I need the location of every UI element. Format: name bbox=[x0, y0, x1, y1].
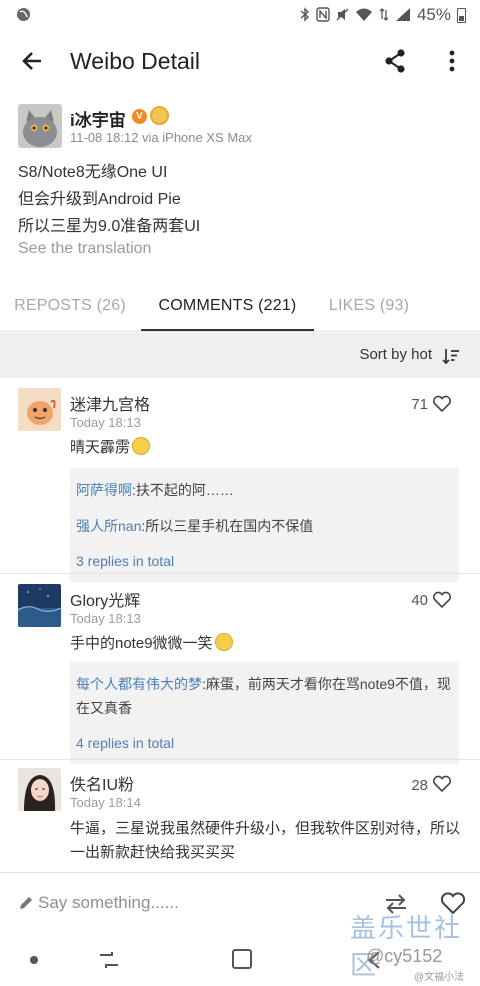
commenter-avatar[interactable] bbox=[18, 768, 61, 811]
commenter-name[interactable]: 佚名IU粉 bbox=[70, 771, 134, 795]
battery-icon bbox=[457, 7, 466, 23]
reply-user[interactable]: 阿萨得啊 bbox=[76, 482, 132, 498]
comment-text: 晴天霹雳 bbox=[70, 436, 460, 460]
comment-item: Glory光辉 Today 18:13 40 手中的note9微微一笑 每个人都… bbox=[0, 574, 480, 764]
verified-badge-icon: V bbox=[132, 109, 147, 124]
nav-dot-icon[interactable] bbox=[30, 956, 38, 964]
like-count: 71 bbox=[411, 396, 428, 413]
reply-item[interactable]: 强人所nan:所以三星手机在国内不保值 bbox=[76, 508, 453, 544]
more-options-button[interactable] bbox=[430, 38, 474, 84]
comment-item: 佚名IU粉 Today 18:14 28 牛逼，三星说我虽然硬件升级小，但我软件… bbox=[0, 760, 480, 872]
sort-by-hot-button[interactable]: Sort by hot bbox=[359, 346, 432, 363]
arrow-left-icon bbox=[22, 52, 41, 70]
reply-user[interactable]: 强人所nan bbox=[76, 518, 141, 534]
reply-box: 阿萨得啊:扶不起的阿…… 强人所nan:所以三星手机在国内不保值 3 repli… bbox=[70, 468, 459, 582]
commenter-avatar[interactable] bbox=[18, 584, 61, 627]
weibo-watermark: @文福小法 bbox=[414, 972, 465, 983]
author-avatar[interactable] bbox=[18, 104, 62, 148]
status-bar: 45% bbox=[0, 0, 480, 30]
reply-user[interactable]: 每个人都有伟大的梦 bbox=[76, 676, 202, 692]
wifi-icon bbox=[355, 7, 373, 24]
data-transfer-icon bbox=[379, 7, 389, 24]
comment-item: 迷津九宫格 Today 18:13 71 晴天霹雳 阿萨得啊:扶不起的阿…… 强… bbox=[0, 378, 480, 582]
home-button-icon[interactable] bbox=[232, 949, 252, 969]
post-meta: 11-08 18:12 via iPhone XS Max bbox=[70, 130, 252, 145]
bluetooth-icon bbox=[300, 6, 310, 24]
tab-comments[interactable]: COMMENTS (221) bbox=[141, 280, 314, 332]
see-translation-link[interactable]: See the translation bbox=[18, 240, 151, 258]
laughing-emoji-icon bbox=[132, 437, 151, 455]
reply-item[interactable]: 每个人都有伟大的梦:麻蛋，前两天才看你在骂note9不值，现在又真香 bbox=[76, 666, 453, 726]
comment-time: Today 18:14 bbox=[70, 795, 141, 810]
tab-reposts[interactable]: REPOSTS (26) bbox=[0, 280, 140, 332]
active-tab-indicator bbox=[141, 329, 314, 331]
reply-text: :所以三星手机在国内不保值 bbox=[141, 518, 314, 534]
like-count: 28 bbox=[411, 777, 428, 794]
comment-time: Today 18:13 bbox=[70, 611, 141, 626]
share-button[interactable] bbox=[372, 38, 418, 84]
signal-icon bbox=[395, 7, 411, 24]
replies-total-link[interactable]: 4 replies in total bbox=[76, 726, 453, 760]
reply-text: :扶不起的阿…… bbox=[132, 482, 234, 498]
post-text-line: 所以三星为9.0准备两套UI bbox=[18, 218, 201, 235]
comment-text-content: 手中的note9微微一笑 bbox=[70, 635, 213, 652]
post-text-line: S8/Note8无缘One UI bbox=[18, 164, 168, 181]
back-button[interactable] bbox=[0, 30, 64, 92]
commenter-name[interactable]: 迷津九宫格 bbox=[70, 391, 150, 415]
weibo-post: i冰宇宙 V 11-08 18:12 via iPhone XS Max S8/… bbox=[0, 100, 480, 270]
comment-text: 牛逼，三星说我虽然硬件升级小，但我软件区别对待，所以一出新款赶快给我买买买 bbox=[70, 820, 461, 861]
author-name[interactable]: i冰宇宙 bbox=[70, 106, 126, 131]
mute-icon bbox=[336, 7, 349, 24]
reply-item[interactable]: 阿萨得啊:扶不起的阿…… bbox=[76, 472, 453, 508]
page-title: Weibo Detail bbox=[70, 47, 200, 74]
tab-likes[interactable]: LIKES (93) bbox=[314, 280, 424, 332]
pencil-icon bbox=[20, 897, 32, 909]
reply-box: 每个人都有伟大的梦:麻蛋，前两天才看你在骂note9不值，现在又真香 4 rep… bbox=[70, 662, 459, 764]
comment-text-content: 晴天霹雳 bbox=[70, 439, 131, 456]
sort-icon[interactable] bbox=[442, 347, 460, 365]
heart-icon[interactable] bbox=[432, 395, 452, 413]
nfc-icon bbox=[316, 6, 330, 24]
more-vertical-icon bbox=[449, 50, 455, 72]
medal-icon bbox=[150, 106, 169, 125]
sort-bar: Sort by hot bbox=[0, 333, 480, 378]
comment-text: 手中的note9微微一笑 bbox=[70, 632, 460, 656]
heart-icon[interactable] bbox=[432, 775, 452, 793]
post-text-line: 但会升级到Android Pie bbox=[18, 191, 181, 208]
commenter-avatar[interactable] bbox=[18, 388, 61, 431]
say-something-input[interactable]: Say something...... bbox=[38, 893, 179, 913]
battery-percent: 45% bbox=[416, 5, 451, 24]
commenter-name[interactable]: Glory光辉 bbox=[70, 587, 140, 611]
tab-bar: REPOSTS (26) COMMENTS (221) LIKES (93) bbox=[0, 280, 480, 332]
notification-globe-icon bbox=[16, 7, 31, 24]
share-icon bbox=[385, 49, 405, 73]
handle-watermark: @cy5152 bbox=[366, 946, 443, 966]
like-count: 40 bbox=[411, 592, 428, 609]
recent-apps-icon[interactable] bbox=[98, 950, 120, 970]
app-bar: Weibo Detail bbox=[0, 30, 480, 92]
comment-time: Today 18:13 bbox=[70, 415, 141, 430]
heart-icon[interactable] bbox=[432, 591, 452, 609]
smile-emoji-icon bbox=[214, 633, 233, 651]
